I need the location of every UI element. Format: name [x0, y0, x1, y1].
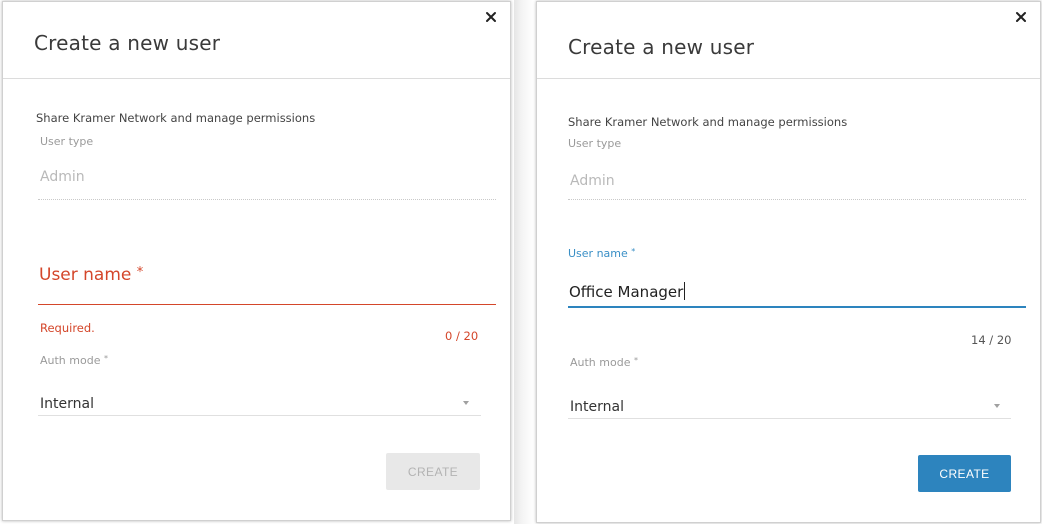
- panel-separator: [514, 0, 534, 524]
- dialog-header: Create a new user: [3, 2, 510, 79]
- text-caret: [684, 282, 686, 300]
- user-name-char-counter: 0 / 20: [445, 329, 479, 343]
- create-user-dialog-error: Create a new user Share Kramer Network a…: [2, 1, 511, 521]
- user-type-underline: [38, 199, 496, 200]
- user-name-input-value: Office Manager: [569, 283, 684, 301]
- create-user-dialog-filled: Create a new user Share Kramer Network a…: [536, 1, 1041, 523]
- auth-mode-select[interactable]: Internal: [40, 396, 94, 412]
- required-marker: *: [103, 354, 108, 363]
- auth-mode-label-wrap: Auth mode *: [570, 356, 638, 369]
- caret-down-icon[interactable]: [994, 404, 1000, 408]
- caret-down-icon[interactable]: [463, 401, 469, 405]
- user-name-label: User name: [568, 247, 628, 260]
- dialog-title: Create a new user: [34, 31, 221, 55]
- user-type-underline: [568, 199, 1026, 200]
- user-name-error-message: Required.: [40, 321, 95, 335]
- required-marker: *: [633, 356, 638, 365]
- user-type-label: User type: [40, 135, 94, 148]
- user-name-field[interactable]: User name *: [39, 265, 143, 285]
- auth-mode-underline: [38, 415, 481, 416]
- user-name-underline-error: [38, 304, 496, 305]
- auth-mode-select[interactable]: Internal: [570, 399, 624, 415]
- auth-mode-underline: [568, 418, 1011, 419]
- user-type-label: User type: [568, 137, 622, 150]
- create-button-disabled[interactable]: CREATE: [386, 453, 480, 490]
- auth-mode-label: Auth mode: [40, 354, 101, 367]
- create-button[interactable]: CREATE: [918, 455, 1011, 492]
- user-name-underline-focused: [568, 306, 1026, 308]
- close-icon[interactable]: [1014, 10, 1028, 24]
- user-name-label: User name: [39, 265, 132, 285]
- dialog-title: Create a new user: [568, 35, 755, 59]
- share-description: Share Kramer Network and manage permissi…: [568, 115, 848, 129]
- user-name-input[interactable]: Office Manager: [569, 282, 686, 301]
- close-icon[interactable]: [484, 10, 498, 24]
- dialog-header: Create a new user: [537, 2, 1040, 79]
- user-type-value: Admin: [40, 169, 85, 185]
- user-name-label-wrap: User name *: [568, 247, 635, 260]
- required-marker: *: [631, 247, 636, 256]
- auth-mode-label-wrap: Auth mode *: [40, 354, 108, 367]
- user-type-value: Admin: [570, 173, 615, 189]
- share-description: Share Kramer Network and manage permissi…: [36, 111, 316, 125]
- required-marker: *: [136, 265, 144, 280]
- auth-mode-label: Auth mode: [570, 356, 631, 369]
- user-name-char-counter: 14 / 20: [971, 333, 1012, 347]
